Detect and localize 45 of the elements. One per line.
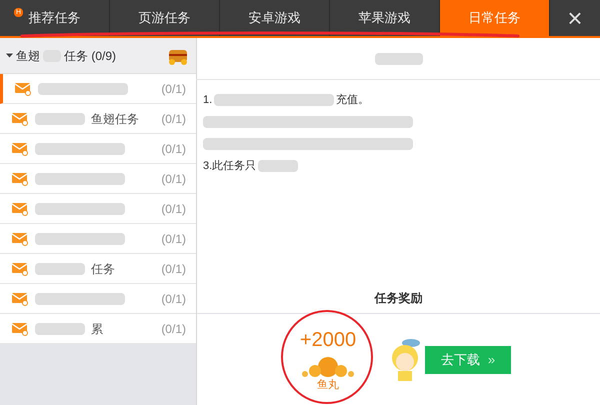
- tab[interactable]: 页游任务: [110, 0, 220, 36]
- task-name: 累: [91, 320, 103, 338]
- task-name: 任务: [91, 260, 115, 278]
- group-header[interactable]: 鱼翅 任务 (0/9): [0, 38, 196, 74]
- task-item[interactable]: 任务 (0/1): [0, 254, 196, 284]
- reward-unit: 鱼丸: [317, 378, 339, 394]
- envelope-icon: [12, 232, 29, 246]
- envelope-icon: [12, 202, 29, 216]
- task-progress: (0/1): [161, 170, 186, 188]
- task-name: 鱼翅任务: [91, 110, 139, 128]
- close-button[interactable]: ×: [550, 0, 600, 36]
- redacted-block: [35, 112, 85, 124]
- task-progress: (0/1): [161, 290, 186, 308]
- group-count: 任务 (0/9): [64, 48, 116, 64]
- double-chevron-icon: »: [488, 350, 496, 370]
- envelope-icon: [12, 172, 29, 186]
- task-progress: (0/1): [161, 230, 186, 248]
- description-line: 充值。: [336, 92, 370, 108]
- redacted-block: [374, 52, 422, 64]
- envelope-icon: [12, 112, 29, 126]
- task-progress: (0/1): [161, 80, 186, 98]
- envelope-icon: [12, 322, 29, 336]
- golden-balls-icon: [300, 355, 356, 378]
- task-progress: (0/1): [161, 260, 186, 278]
- envelope-icon: [15, 82, 32, 96]
- reward-heading: 任务奖励: [373, 290, 424, 307]
- redacted-block: [35, 322, 85, 334]
- task-progress: (0/1): [161, 140, 186, 158]
- tab[interactable]: 安卓游戏: [220, 0, 330, 36]
- redacted-block: [35, 262, 85, 274]
- envelope-icon: [12, 142, 29, 156]
- description-line: 3.此任务只: [203, 158, 256, 174]
- envelope-icon: [12, 292, 29, 306]
- envelope-icon: [12, 262, 29, 276]
- description-line: 1.: [203, 92, 212, 108]
- reward-amount: +2000: [300, 328, 356, 354]
- expand-icon: [6, 52, 13, 59]
- mascot-drawing: [389, 338, 423, 382]
- redacted-block: [258, 160, 298, 172]
- task-item[interactable]: 鱼翅任务 (0/1): [0, 104, 196, 134]
- task-progress: (0/1): [161, 110, 186, 128]
- task-progress: (0/1): [161, 200, 186, 218]
- task-item[interactable]: 累 (0/1): [0, 314, 196, 344]
- task-progress: (0/1): [161, 320, 186, 338]
- group-name: 鱼翅: [16, 48, 40, 64]
